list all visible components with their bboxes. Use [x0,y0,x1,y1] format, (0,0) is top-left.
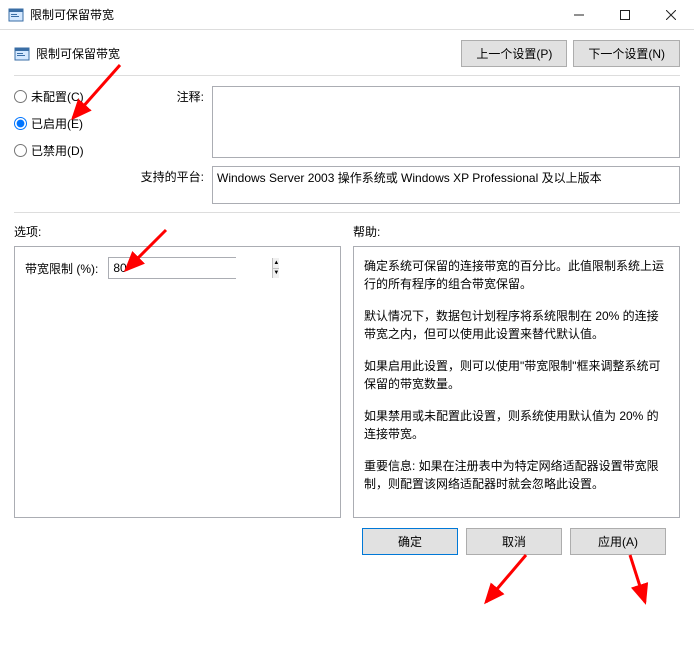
radio-disabled-input[interactable] [14,144,27,157]
help-label: 帮助: [353,223,680,240]
policy-icon [8,7,24,23]
help-paragraph: 确定系统可保留的连接带宽的百分比。此值限制系统上运行的所有程序的组合带宽保留。 [364,257,669,293]
radio-enabled-label: 已启用(E) [31,115,83,132]
help-paragraph: 如果禁用或未配置此设置，则系统使用默认值为 20% 的连接带宽。 [364,407,669,443]
comment-label: 注释: [134,86,204,105]
next-setting-button[interactable]: 下一个设置(N) [573,40,680,67]
radio-disabled-label: 已禁用(D) [31,142,84,159]
apply-button[interactable]: 应用(A) [570,528,666,555]
ok-button[interactable]: 确定 [362,528,458,555]
radio-not-configured-input[interactable] [14,90,27,103]
bandwidth-limit-label: 带宽限制 (%): [25,260,98,277]
cancel-button[interactable]: 取消 [466,528,562,555]
window-title: 限制可保留带宽 [30,6,556,23]
page-title: 限制可保留带宽 [36,45,120,62]
close-button[interactable] [648,0,694,30]
platform-box: Windows Server 2003 操作系统或 Windows XP Pro… [212,166,680,204]
maximize-button[interactable] [602,0,648,30]
radio-disabled[interactable]: 已禁用(D) [14,142,124,159]
help-paragraph: 如果启用此设置，则可以使用"带宽限制"框来调整系统可保留的带宽数量。 [364,357,669,393]
spinner-down-button[interactable]: ▼ [273,269,279,279]
platform-label: 支持的平台: [134,166,204,185]
help-paragraph: 重要信息: 如果在注册表中为特定网络适配器设置带宽限制，则配置该网络适配器时就会… [364,457,669,493]
radio-enabled-input[interactable] [14,117,27,130]
comment-input[interactable] [212,86,680,158]
radio-enabled[interactable]: 已启用(E) [14,115,124,132]
options-label: 选项: [14,223,341,240]
options-panel: 带宽限制 (%): ▲ ▼ [14,246,341,518]
minimize-button[interactable] [556,0,602,30]
bandwidth-spinner[interactable]: ▲ ▼ [108,257,236,279]
divider [14,75,680,76]
radio-not-configured-label: 未配置(C) [31,88,84,105]
prev-setting-button[interactable]: 上一个设置(P) [461,40,567,67]
radio-not-configured[interactable]: 未配置(C) [14,88,124,105]
divider [14,212,680,213]
platform-text: Windows Server 2003 操作系统或 Windows XP Pro… [217,171,602,185]
policy-icon [14,46,30,62]
help-paragraph: 默认情况下，数据包计划程序将系统限制在 20% 的连接带宽之内，但可以使用此设置… [364,307,669,343]
state-radio-group: 未配置(C) 已启用(E) 已禁用(D) [14,86,124,204]
spinner-up-button[interactable]: ▲ [273,258,279,269]
titlebar: 限制可保留带宽 [0,0,694,30]
help-panel: 确定系统可保留的连接带宽的百分比。此值限制系统上运行的所有程序的组合带宽保留。 … [353,246,680,518]
bandwidth-input[interactable] [109,258,272,278]
